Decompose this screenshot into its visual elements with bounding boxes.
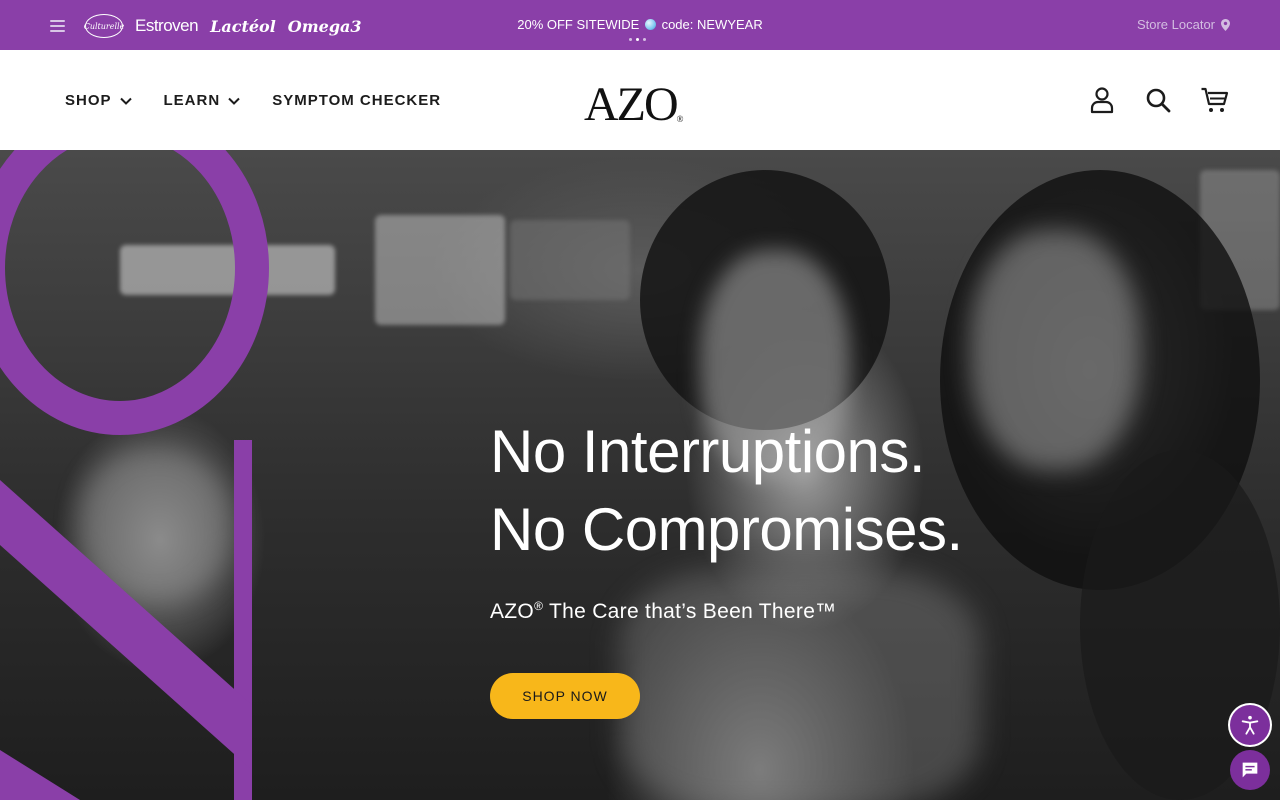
gem-icon — [644, 19, 656, 30]
nav-item-label: SYMPTOM CHECKER — [272, 92, 442, 109]
carousel-dot[interactable] — [643, 38, 646, 41]
store-locator-link[interactable]: Store Locator — [1137, 17, 1230, 32]
promo-message-code: code: NEWYEAR — [661, 17, 763, 32]
nav-item-learn[interactable]: LEARN — [164, 92, 241, 109]
azo-logo-text: AZO — [584, 78, 679, 131]
chevron-down-icon — [119, 97, 132, 105]
hero-headline-line-2: No Compromises. — [490, 496, 963, 563]
nav-item-label: LEARN — [163, 92, 221, 109]
accessibility-button[interactable] — [1230, 705, 1270, 745]
nav-item-shop[interactable]: SHOP — [65, 92, 132, 109]
nav-item-label: SHOP — [65, 92, 112, 109]
chat-icon — [1242, 762, 1258, 778]
promo-message-offer: 20% OFF SITEWIDE — [517, 17, 640, 32]
accessibility-icon — [1241, 715, 1259, 735]
carousel-dot-active[interactable] — [636, 38, 639, 41]
promo-bar: Culturelle Estroven Lactéol Omega3 20% O… — [0, 0, 1280, 50]
nav-item-symptom-checker[interactable]: SYMPTOM CHECKER — [272, 92, 441, 109]
account-icon[interactable] — [1088, 86, 1116, 114]
shop-now-button[interactable]: SHOP NOW — [490, 673, 640, 719]
site-header: SHOP LEARN SYMPTOM CHECKER AZO® — [0, 50, 1280, 150]
chevron-down-icon — [228, 97, 240, 105]
hero-tagline: AZO® The Care that’s Been There™ — [490, 599, 963, 624]
map-pin-icon — [1221, 18, 1230, 31]
search-icon[interactable] — [1144, 86, 1172, 114]
carousel-dot[interactable] — [629, 38, 632, 41]
azo-letter-graphic — [0, 150, 269, 800]
registered-mark: ® — [534, 599, 544, 613]
promo-message[interactable]: 20% OFF SITEWIDE code: NEWYEAR — [0, 17, 1280, 32]
cart-icon[interactable] — [1200, 86, 1230, 114]
promo-carousel-dots — [629, 38, 646, 41]
hero-headline-line-1: No Interruptions. — [490, 418, 926, 485]
header-actions — [1088, 86, 1230, 114]
hero-banner: No Interruptions. No Compromises. AZO® T… — [0, 150, 1280, 800]
registered-mark: ® — [676, 114, 684, 124]
hero-headline: No Interruptions. No Compromises. — [490, 413, 963, 569]
tagline-text: The Care that’s Been There™ — [543, 600, 837, 623]
chat-button[interactable] — [1230, 750, 1270, 790]
tagline-brand: AZO — [490, 600, 535, 623]
azo-logo[interactable]: AZO® — [584, 77, 684, 132]
hero-copy: No Interruptions. No Compromises. AZO® T… — [490, 413, 963, 624]
main-nav: SHOP LEARN SYMPTOM CHECKER — [65, 92, 441, 109]
store-locator-label: Store Locator — [1136, 17, 1215, 32]
